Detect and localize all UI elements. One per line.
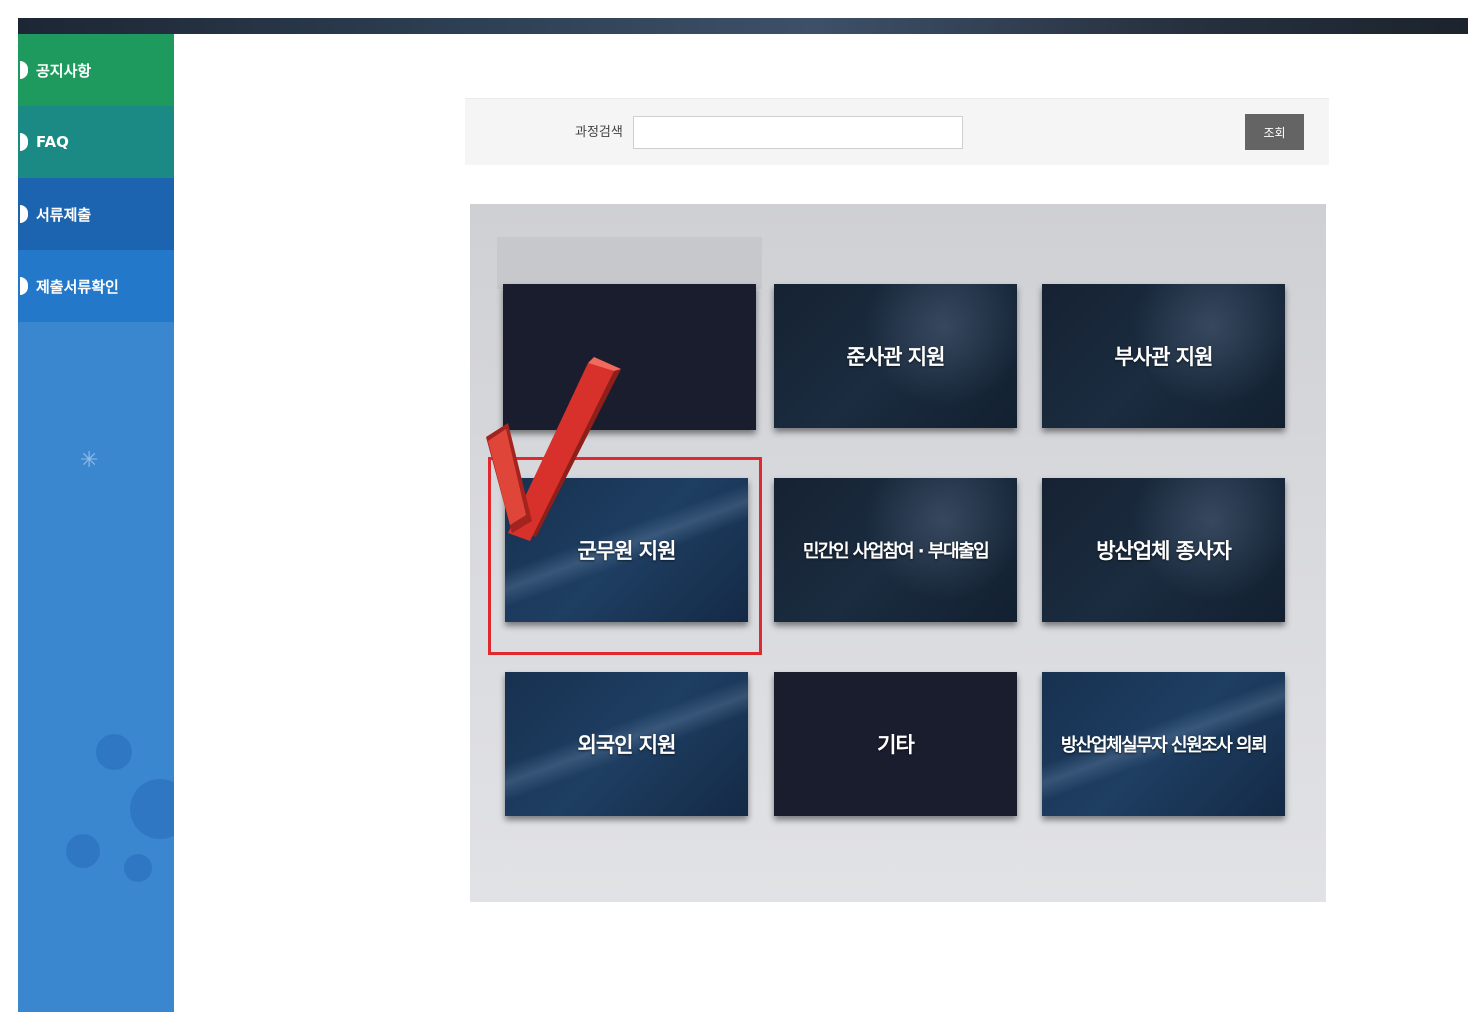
checklist-icon (20, 277, 28, 295)
panel-tab (497, 237, 762, 289)
decorative-bubble (124, 854, 152, 882)
sparkle-icon: ✳ (80, 448, 99, 473)
category-card-other[interactable]: 기타 (774, 672, 1017, 816)
sidebar: 공지사항 FAQ 서류제출 제출서류확인 ✳ (18, 34, 174, 1012)
notice-icon (20, 61, 28, 79)
sidebar-item-label: 제출서류확인 (36, 277, 119, 296)
category-card-label: 부사관 지원 (1114, 345, 1214, 369)
category-card-defense-background-check[interactable]: 방산업체실무자 신원조사 의뢰 (1042, 672, 1285, 816)
category-card-defense-industry[interactable]: 방산업체 종사자 (1042, 478, 1285, 622)
sidebar-item-check-documents[interactable]: 제출서류확인 (18, 250, 174, 322)
sidebar-item-label: 공지사항 (36, 61, 92, 80)
faq-icon (20, 133, 28, 151)
page: 공지사항 FAQ 서류제출 제출서류확인 ✳ 과정검색 조회 준사관 지원 부사… (0, 0, 1469, 1012)
category-card-label: 준사관 지원 (846, 345, 946, 369)
checkmark-icon (486, 357, 621, 541)
top-banner-strip (18, 18, 1468, 34)
category-card-label: 방산업체 종사자 (1096, 539, 1232, 563)
category-card-label: 외국인 지원 (577, 733, 677, 757)
sidebar-item-label: 서류제출 (36, 205, 92, 224)
category-card-label: 민간인 사업참여 · 부대출입 (802, 541, 990, 562)
sidebar-item-label: FAQ (36, 133, 69, 151)
sidebar-item-notice[interactable]: 공지사항 (18, 34, 174, 106)
search-bar: 과정검색 조회 (465, 98, 1329, 165)
category-card-foreigner[interactable]: 외국인 지원 (505, 672, 748, 816)
category-card-civilian-business[interactable]: 민간인 사업참여 · 부대출입 (774, 478, 1017, 622)
decorative-bubble (96, 734, 132, 770)
document-icon (20, 205, 28, 223)
decorative-bubble (130, 779, 174, 839)
search-input[interactable] (633, 116, 963, 149)
category-card-label: 기타 (877, 733, 915, 757)
category-card-nco[interactable]: 부사관 지원 (1042, 284, 1285, 428)
category-card-warrant-officer[interactable]: 준사관 지원 (774, 284, 1017, 428)
decorative-bubble (66, 834, 100, 868)
search-label: 과정검색 (575, 125, 623, 140)
sidebar-item-submit-documents[interactable]: 서류제출 (18, 178, 174, 250)
sidebar-item-faq[interactable]: FAQ (18, 106, 174, 178)
search-button[interactable]: 조회 (1245, 114, 1304, 150)
category-card-label: 방산업체실무자 신원조사 의뢰 (1060, 735, 1268, 756)
